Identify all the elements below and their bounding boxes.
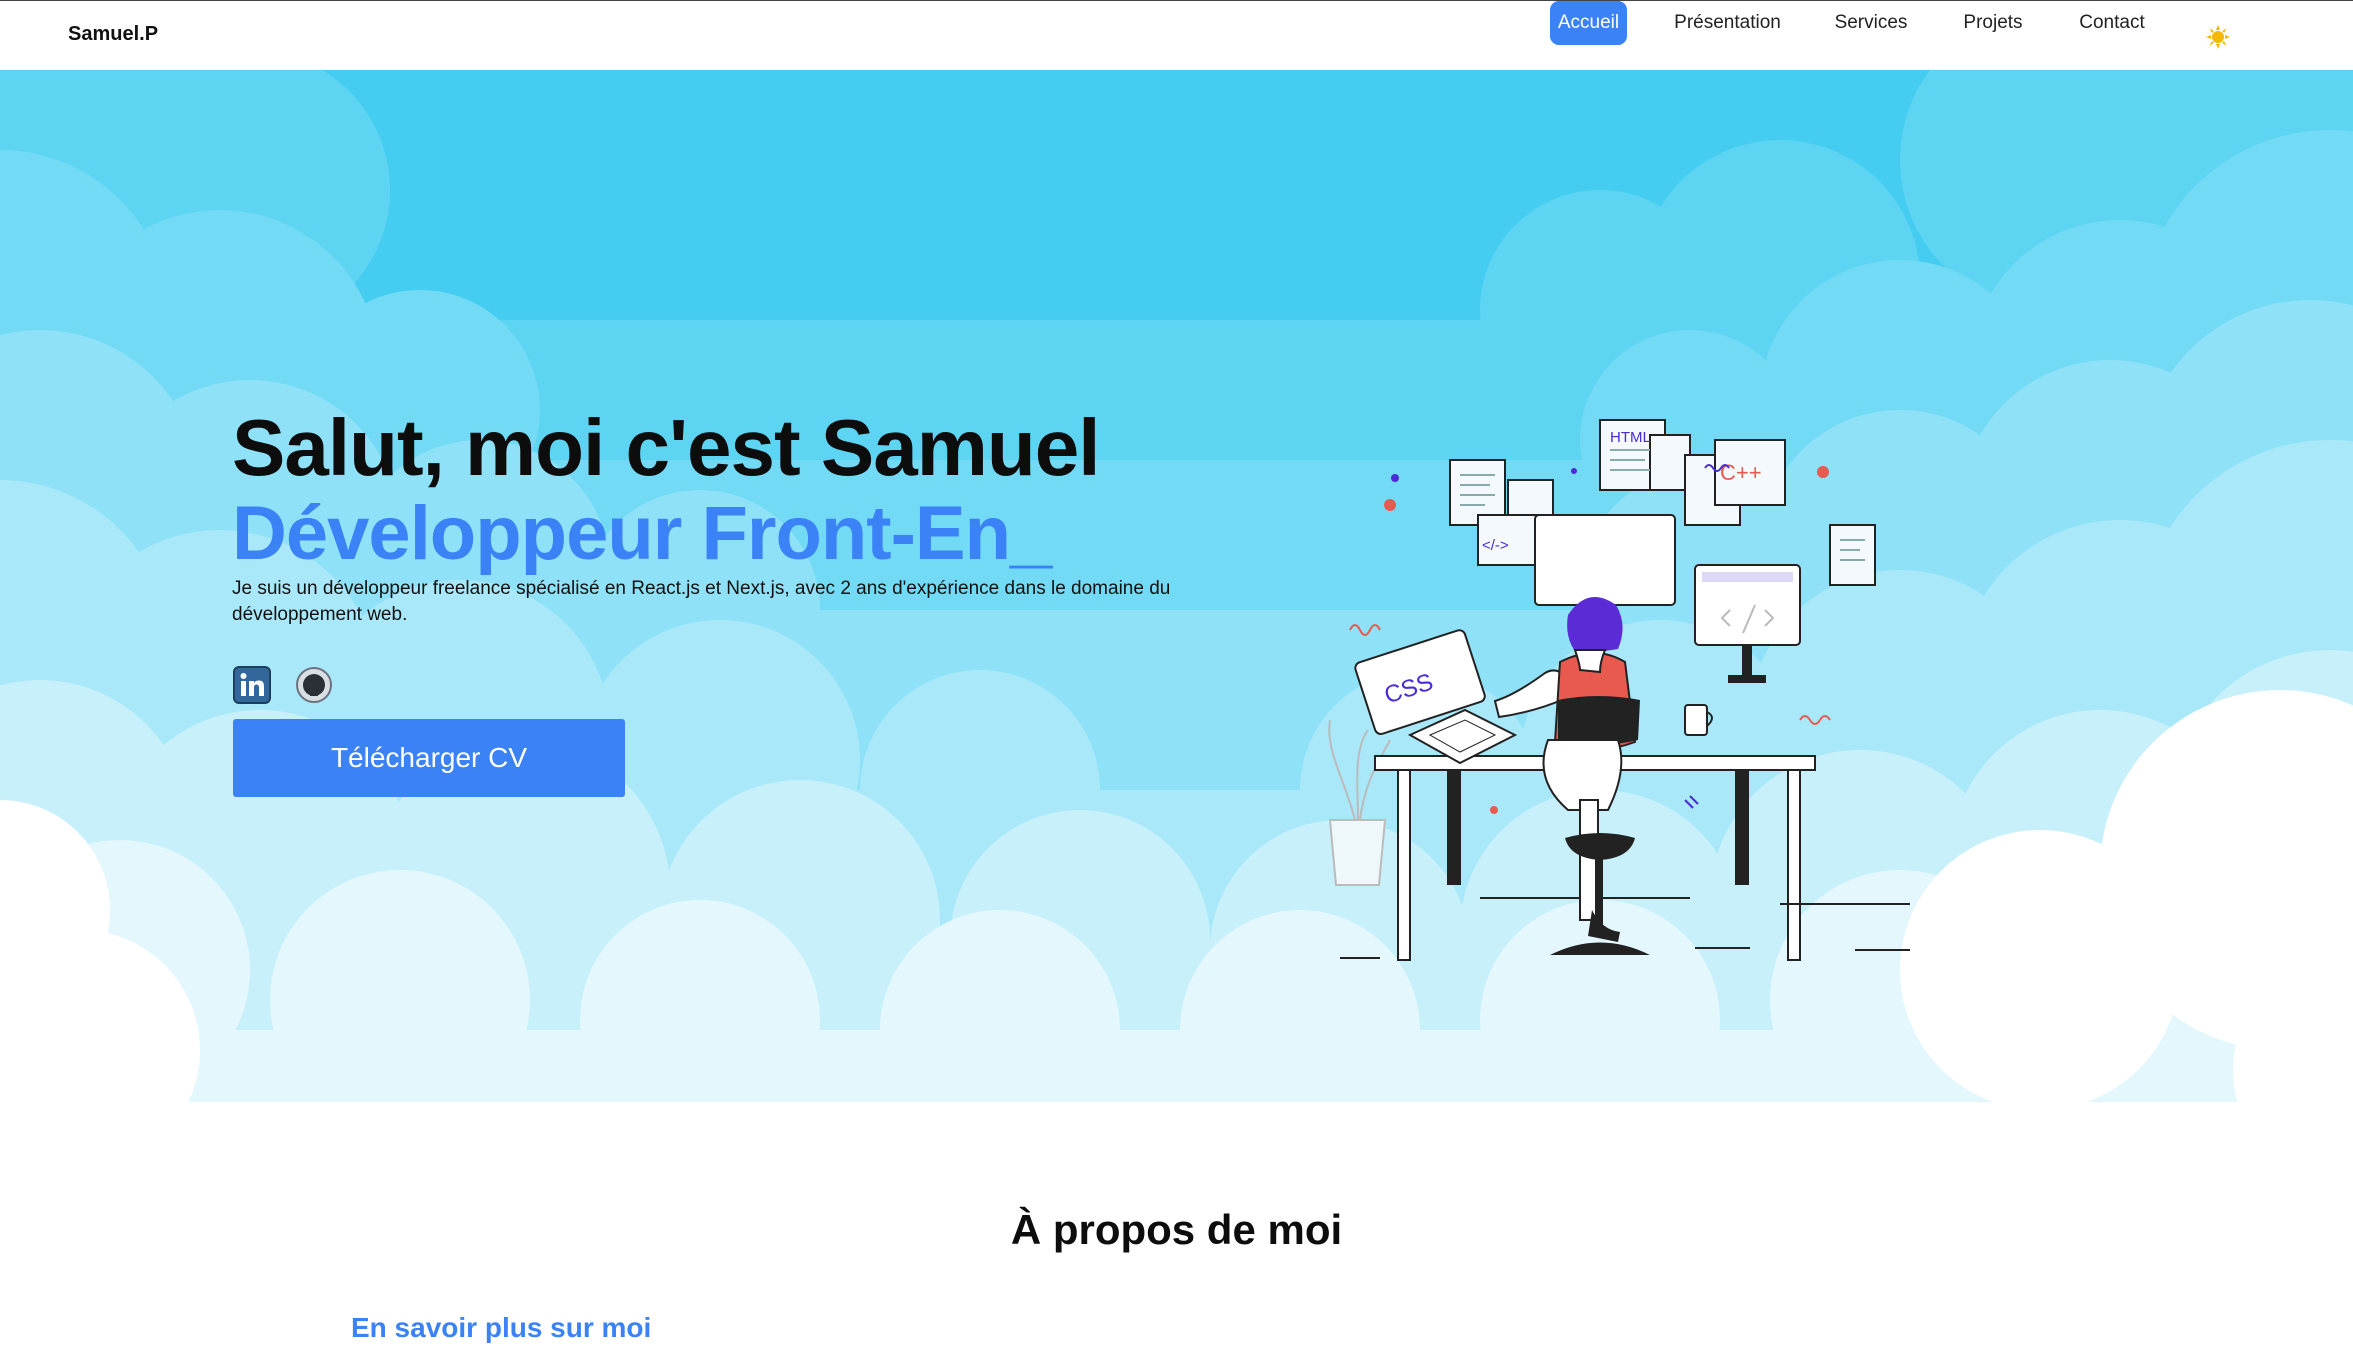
about-subtitle: En savoir plus sur moi xyxy=(351,1312,652,1343)
nav-item-presentation[interactable]: Présentation xyxy=(1665,1,1790,45)
github-icon[interactable] xyxy=(295,666,333,704)
nav-item-services[interactable]: Services xyxy=(1828,1,1914,45)
nav-item-accueil[interactable]: Accueil xyxy=(1550,1,1627,45)
sun-icon[interactable] xyxy=(2206,25,2230,49)
developer-illustration: HTML C++ </-> CSS xyxy=(1328,419,1910,961)
top-navbar: Samuel.P Accueil Présentation Services P… xyxy=(0,0,2353,70)
hero-subtitle-typing: Développeur Front-En_ xyxy=(232,491,1052,576)
hero-title: Salut, moi c'est Samuel xyxy=(232,403,1100,492)
hero-description: Je suis un développeur freelance spécial… xyxy=(232,578,1171,625)
nav-item-projets[interactable]: Projets xyxy=(1958,1,2028,45)
html-label: HTML xyxy=(1610,429,1651,446)
brand-logo[interactable]: Samuel.P xyxy=(68,23,158,46)
tag-label: </-> xyxy=(1482,537,1509,554)
cpp-label: C++ xyxy=(1720,460,1762,485)
linkedin-icon[interactable] xyxy=(233,666,271,704)
hero-section: Salut, moi c'est Samuel Développeur Fron… xyxy=(0,70,2353,1102)
about-title: À propos de moi xyxy=(1010,1206,1343,1253)
nav-item-contact[interactable]: Contact xyxy=(2074,1,2150,45)
download-cv-button[interactable]: Télécharger CV xyxy=(233,719,625,797)
